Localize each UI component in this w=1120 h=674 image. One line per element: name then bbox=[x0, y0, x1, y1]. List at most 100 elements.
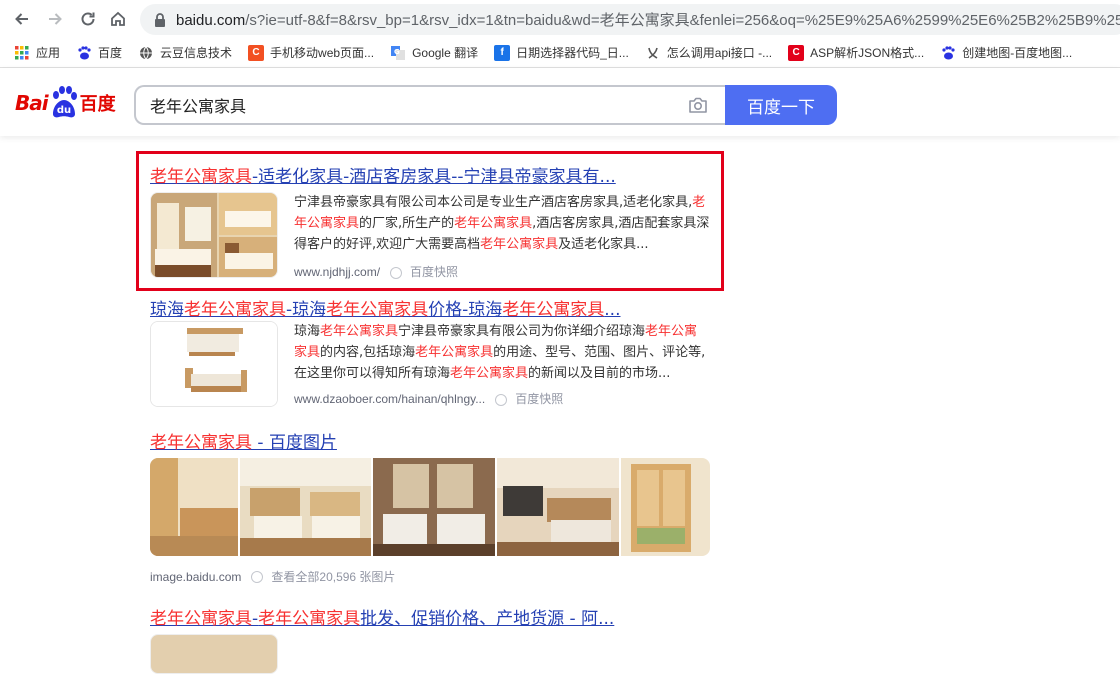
result-thumbnail[interactable] bbox=[150, 634, 278, 674]
search-input[interactable] bbox=[150, 95, 670, 115]
view-all-icon bbox=[251, 570, 264, 583]
result-title[interactable]: 老年公寓家具 - 百度图片 bbox=[150, 428, 710, 453]
view-all-images-link[interactable]: 查看全部20,596 张图片 bbox=[251, 568, 395, 585]
baidu-paw-icon: du bbox=[49, 86, 79, 120]
bookmark-label: 应用 bbox=[36, 46, 61, 60]
image-thumbnail[interactable] bbox=[240, 458, 371, 556]
highlighted-keyword: 老年公寓家具 bbox=[502, 300, 605, 320]
text-segment: 及适老化家具... bbox=[558, 237, 649, 252]
text-segment: 琼海 bbox=[150, 300, 184, 320]
text-segment: -琼海 bbox=[286, 300, 327, 320]
c-logo-icon: C bbox=[248, 44, 265, 61]
text-segment: ... bbox=[604, 300, 621, 320]
text-segment: - 百度图片 bbox=[252, 433, 337, 453]
snapshot-label: 百度快照 bbox=[410, 265, 459, 279]
url-text: baidu.com/s?ie=utf-8&f=8&rsv_bp=1&rsv_id… bbox=[176, 9, 1120, 30]
bookmark-label: 日期选择器代码_日... bbox=[516, 46, 629, 60]
bookmark-item[interactable]: 百度 bbox=[76, 44, 122, 61]
c-logo-icon: C bbox=[788, 44, 805, 61]
bookmark-item[interactable]: C ASP解析JSON格式... bbox=[788, 44, 924, 61]
browser-toolbar: baidu.com/s?ie=utf-8&f=8&rsv_bp=1&rsv_id… bbox=[0, 0, 1120, 38]
text-segment: 宁津县帝豪家具有限公司为你详细介绍琼海 bbox=[398, 324, 646, 339]
search-box bbox=[134, 85, 726, 125]
logo-text-en: Bai bbox=[15, 91, 49, 115]
highlighted-keyword: 老年公寓家具 bbox=[150, 167, 252, 187]
bookmark-item[interactable]: G Google 翻译 bbox=[390, 44, 478, 61]
search-button[interactable]: 百度一下 bbox=[725, 85, 837, 125]
result-url: image.baidu.com bbox=[150, 569, 242, 584]
highlighted-keyword: 老年公寓家具 bbox=[184, 300, 286, 320]
snapshot-icon bbox=[495, 393, 508, 406]
image-thumbnail[interactable] bbox=[621, 458, 710, 556]
view-all-label: 查看全部20,596 张图片 bbox=[271, 570, 396, 584]
apps-grid-icon bbox=[14, 45, 30, 61]
highlighted-keyword: 老年公寓家具 bbox=[450, 366, 529, 381]
highlighted-keyword: 老年公寓家具 bbox=[454, 216, 533, 231]
result-item: 老年公寓家具-老年公寓家具批发、促销价格、产地货源 - 阿... bbox=[150, 604, 614, 674]
result-title[interactable]: 老年公寓家具-老年公寓家具批发、促销价格、产地货源 - 阿... bbox=[150, 604, 615, 629]
image-thumbnail[interactable] bbox=[373, 458, 495, 556]
baidu-paw-icon bbox=[940, 45, 956, 61]
forward-icon[interactable] bbox=[43, 7, 67, 31]
url-path: /s?ie=utf-8&f=8&rsv_bp=1&rsv_idx=1&tn=ba… bbox=[245, 12, 1120, 29]
snapshot-label: 百度快照 bbox=[515, 392, 564, 406]
bookmark-item[interactable]: 应用 bbox=[14, 44, 60, 61]
lock-icon bbox=[155, 12, 165, 27]
back-icon[interactable] bbox=[10, 7, 34, 31]
reload-icon[interactable] bbox=[76, 7, 100, 31]
image-result: 老年公寓家具 - 百度图片 image.baidu.com 查看全部20,596… bbox=[150, 428, 710, 585]
baidu-logo[interactable]: Bai du 百度 bbox=[15, 86, 116, 120]
result-title[interactable]: 琼海老年公寓家具-琼海老年公寓家具价格-琼海老年公寓家具... bbox=[150, 295, 710, 320]
result-item: 琼海老年公寓家具-琼海老年公寓家具价格-琼海老年公寓家具... 琼海老年公寓家具… bbox=[150, 295, 710, 410]
url-host: baidu.com bbox=[176, 12, 246, 29]
highlighted-keyword: 老年公寓家具 bbox=[150, 609, 252, 629]
text-segment: 批发、促销价格、产地货源 - 阿... bbox=[360, 609, 615, 629]
bookmark-label: 百度 bbox=[98, 46, 123, 60]
bookmark-label: 怎么调用api接口 -... bbox=[666, 46, 773, 60]
bookmark-label: Google 翻译 bbox=[412, 46, 479, 60]
result-thumbnail[interactable] bbox=[150, 321, 278, 407]
text-segment: 琼海 bbox=[294, 324, 321, 339]
bookmark-label: ASP解析JSON格式... bbox=[810, 46, 925, 60]
bookmark-item[interactable]: 云豆信息技术 bbox=[138, 44, 232, 61]
result-snippet: 琼海老年公寓家具宁津县帝豪家具有限公司为你详细介绍琼海老年公寓家具的内容,包括琼… bbox=[294, 321, 710, 384]
baidu-paw-icon bbox=[76, 45, 92, 61]
bookmarks-bar: 应用 百度 云豆信息技术 C 手机移动web页面... G Google 翻译 f 日期选择器代… bbox=[0, 38, 1120, 68]
text-segment: 价格-琼海 bbox=[428, 300, 503, 320]
result-url: www.dzaoboer.com/hainan/qhlngy... bbox=[294, 392, 486, 406]
highlighted-keyword: 老年公寓家具 bbox=[480, 237, 559, 252]
result-title[interactable]: 老年公寓家具-适老化家具-酒店客房家具--宁津县帝豪家具有... bbox=[150, 162, 710, 187]
bookmark-label: 创建地图-百度地图... bbox=[962, 46, 1073, 60]
text-segment: 宁津县帝豪家具有限公司本公司是专业生产酒店客房家具,适老化家具, bbox=[294, 195, 693, 210]
bookmark-item[interactable]: C 手机移动web页面... bbox=[248, 44, 374, 61]
logo-text-du: du bbox=[56, 105, 70, 116]
result-item: 老年公寓家具-适老化家具-酒店客房家具--宁津县帝豪家具有... 宁津县帝豪家具… bbox=[150, 162, 710, 283]
result-url: www.njdhjj.com/ bbox=[294, 265, 381, 279]
text-segment: 的新闻以及目前的市场... bbox=[528, 366, 671, 381]
snapshot-link[interactable]: 百度快照 bbox=[495, 389, 563, 410]
bookmark-item[interactable]: 怎么调用api接口 -... bbox=[645, 44, 772, 61]
address-bar[interactable]: baidu.com/s?ie=utf-8&f=8&rsv_bp=1&rsv_id… bbox=[140, 4, 1120, 35]
logo-text-cn: 百度 bbox=[79, 94, 116, 115]
result-snippet: 宁津县帝豪家具有限公司本公司是专业生产酒店客房家具,适老化家具,老年公寓家具的厂… bbox=[294, 192, 710, 255]
baidu-header: Bai du 百度 百度一下 bbox=[0, 68, 1120, 136]
image-thumbnail[interactable] bbox=[497, 458, 619, 556]
translate-icon: G bbox=[390, 45, 406, 61]
bookmark-label: 手机移动web页面... bbox=[270, 46, 375, 60]
highlighted-keyword: 老年公寓家具 bbox=[320, 324, 399, 339]
bookmark-item[interactable]: 创建地图-百度地图... bbox=[940, 44, 1072, 61]
globe-icon bbox=[138, 45, 154, 61]
text-segment: 的内容,包括琼海 bbox=[320, 345, 416, 360]
snapshot-link[interactable]: 百度快照 bbox=[390, 262, 458, 283]
image-thumbnail[interactable] bbox=[150, 458, 238, 556]
highlighted-keyword: 老年公寓家具 bbox=[415, 345, 494, 360]
text-segment: 的厂家,所生产的 bbox=[359, 216, 455, 231]
zhihu-logo-icon bbox=[645, 45, 661, 61]
bookmark-label: 云豆信息技术 bbox=[160, 46, 233, 60]
camera-icon[interactable] bbox=[688, 96, 708, 114]
bookmark-item[interactable]: f 日期选择器代码_日... bbox=[494, 44, 629, 61]
image-strip bbox=[150, 458, 710, 556]
highlighted-keyword: 老年公寓家具 bbox=[258, 609, 361, 629]
home-icon[interactable] bbox=[106, 7, 130, 31]
result-thumbnail[interactable] bbox=[150, 192, 278, 278]
